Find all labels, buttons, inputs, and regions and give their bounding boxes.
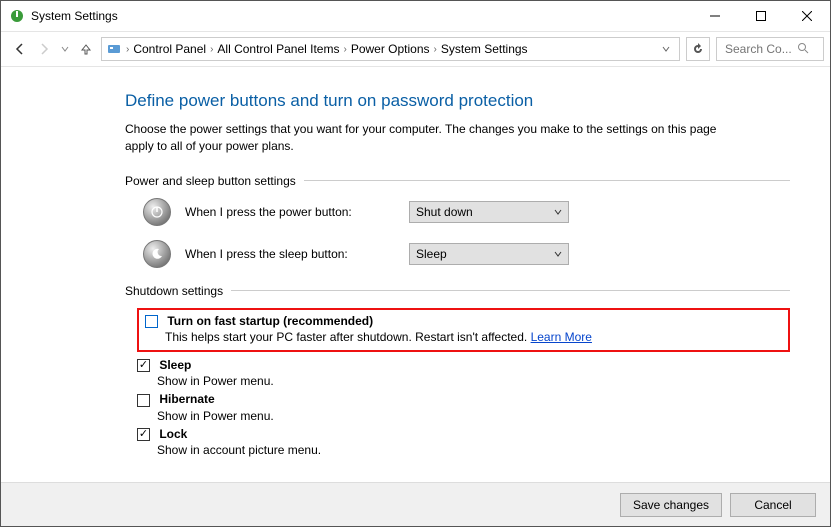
lock-checkbox[interactable]: ✓ [137, 428, 150, 441]
fast-startup-checkbox[interactable] [145, 315, 158, 328]
power-button-row: When I press the power button: Shut down [143, 198, 790, 226]
setting-title: Lock [159, 427, 187, 441]
cancel-button[interactable]: Cancel [730, 493, 816, 517]
setting-title: Sleep [159, 358, 191, 372]
breadcrumb-item[interactable]: Power Options [351, 42, 430, 56]
sleep-checkbox[interactable]: ✓ [137, 359, 150, 372]
hibernate-checkbox[interactable] [137, 394, 150, 407]
setting-desc: Show in Power menu. [157, 374, 790, 388]
app-icon [9, 8, 25, 24]
breadcrumb-dropdown[interactable] [657, 42, 675, 56]
setting-title: Turn on fast startup (recommended) [167, 314, 373, 328]
dropdown-value: Sleep [416, 247, 447, 261]
setting-title: Hibernate [159, 392, 214, 406]
section-shutdown-header: Shutdown settings [125, 284, 790, 298]
footer: Save changes Cancel [1, 482, 830, 526]
window-title: System Settings [31, 9, 118, 23]
setting-desc-text: This helps start your PC faster after sh… [165, 330, 527, 344]
save-button[interactable]: Save changes [620, 493, 722, 517]
chevron-right-icon: › [210, 44, 213, 55]
hibernate-setting: Hibernate Show in Power menu. [137, 392, 790, 422]
lock-setting: ✓ Lock Show in account picture menu. [137, 427, 790, 457]
fast-startup-setting: Turn on fast startup (recommended) This … [137, 308, 790, 352]
learn-more-link[interactable]: Learn More [531, 330, 592, 344]
power-icon [143, 198, 171, 226]
setting-desc: Show in account picture menu. [157, 443, 790, 457]
minimize-button[interactable] [692, 1, 738, 31]
chevron-right-icon: › [126, 44, 129, 55]
sleep-button-dropdown[interactable]: Sleep [409, 243, 569, 265]
setting-desc: Show in Power menu. [157, 409, 790, 423]
close-button[interactable] [784, 1, 830, 31]
content-area: Define power buttons and turn on passwor… [1, 67, 830, 471]
power-button-label: When I press the power button: [185, 205, 395, 219]
breadcrumb-item[interactable]: System Settings [441, 42, 528, 56]
history-dropdown[interactable] [59, 45, 71, 53]
search-box[interactable] [716, 37, 824, 61]
power-button-dropdown[interactable]: Shut down [409, 201, 569, 223]
sleep-button-label: When I press the sleep button: [185, 247, 395, 261]
sleep-icon [143, 240, 171, 268]
breadcrumb[interactable]: › Control Panel › All Control Panel Item… [101, 37, 680, 61]
refresh-button[interactable] [686, 37, 710, 61]
section-label: Shutdown settings [125, 284, 223, 298]
breadcrumb-item[interactable]: All Control Panel Items [217, 42, 339, 56]
control-panel-icon [106, 41, 122, 57]
up-button[interactable] [77, 40, 95, 58]
page-description: Choose the power settings that you want … [125, 121, 735, 156]
sleep-button-row: When I press the sleep button: Sleep [143, 240, 790, 268]
setting-desc: This helps start your PC faster after sh… [165, 330, 782, 344]
section-buttons-header: Power and sleep button settings [125, 174, 790, 188]
titlebar: System Settings [1, 1, 830, 31]
back-button[interactable] [11, 40, 29, 58]
maximize-button[interactable] [738, 1, 784, 31]
chevron-right-icon: › [434, 44, 437, 55]
breadcrumb-item[interactable]: Control Panel [133, 42, 206, 56]
search-input[interactable] [723, 41, 793, 57]
sleep-setting: ✓ Sleep Show in Power menu. [137, 358, 790, 388]
search-icon [797, 42, 809, 57]
dropdown-value: Shut down [416, 205, 473, 219]
section-label: Power and sleep button settings [125, 174, 296, 188]
chevron-down-icon [554, 205, 562, 219]
chevron-down-icon [554, 247, 562, 261]
chevron-right-icon: › [343, 44, 346, 55]
page-title: Define power buttons and turn on passwor… [125, 91, 790, 111]
navbar: › Control Panel › All Control Panel Item… [1, 31, 830, 67]
forward-button[interactable] [35, 40, 53, 58]
